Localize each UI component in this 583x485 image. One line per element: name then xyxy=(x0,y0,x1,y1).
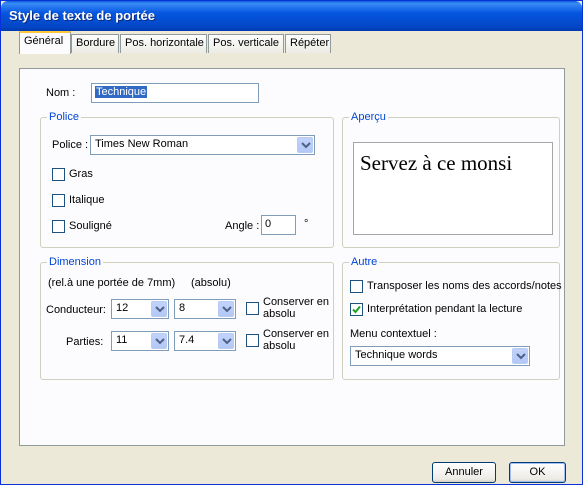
name-input[interactable]: Technique xyxy=(91,83,259,103)
chevron-down-icon[interactable] xyxy=(218,333,234,349)
conductor-absolute-value: 8 xyxy=(179,302,186,314)
tab-repeat[interactable]: Répéter xyxy=(285,34,331,53)
ok-button[interactable]: OK xyxy=(509,462,566,483)
tab-general-label: Général xyxy=(24,35,64,47)
parts-relative-select[interactable]: 11 xyxy=(111,331,169,351)
other-group-title: Autre xyxy=(349,256,380,268)
angle-input[interactable]: 0 xyxy=(261,215,296,235)
parts-keep-absolute-label-line1: Conserver en xyxy=(263,328,330,340)
conductor-keep-absolute-label-line1: Conserver en xyxy=(263,296,330,308)
preview-group: Aperçu Servez à ce monsi xyxy=(342,111,560,248)
ok-button-label: OK xyxy=(529,466,546,478)
parts-label: Parties: xyxy=(66,336,104,348)
playback-interpretation-label: Interprétation pendant la lecture xyxy=(367,303,523,315)
font-label: Police : xyxy=(52,139,89,151)
chevron-down-icon[interactable] xyxy=(151,333,167,349)
tab-page-general: Nom : Technique Police Police : Times Ne… xyxy=(19,68,565,446)
police-group: Police Police : Times New Roman Gras Ita… xyxy=(40,111,334,248)
cancel-button[interactable]: Annuler xyxy=(432,462,496,483)
parts-absolute-value: 7.4 xyxy=(179,334,195,346)
chevron-down-icon[interactable] xyxy=(151,301,167,317)
underline-label: Souligné xyxy=(69,220,112,232)
parts-absolute-select[interactable]: 7.4 xyxy=(174,331,236,351)
dialog-window: Style de texte de portée Général Bordure… xyxy=(0,0,583,485)
dimension-group: Dimension (rel.à une portée de 7mm) (abs… xyxy=(40,256,334,380)
preview-group-title: Aperçu xyxy=(349,111,388,123)
context-menu-label: Menu contextuel : xyxy=(350,328,437,340)
underline-checkbox[interactable] xyxy=(52,220,65,233)
angle-label: Angle : xyxy=(225,220,260,232)
checkmark-icon xyxy=(352,305,361,314)
playback-interpretation-checkbox[interactable] xyxy=(350,303,363,316)
font-select[interactable]: Times New Roman xyxy=(90,135,315,155)
chevron-down-icon[interactable] xyxy=(218,301,234,317)
conductor-relative-value: 12 xyxy=(116,302,129,314)
bold-label: Gras xyxy=(69,168,93,180)
transpose-checkbox[interactable] xyxy=(350,280,363,293)
title-bar[interactable]: Style de texte de portée xyxy=(1,1,582,31)
tab-general[interactable]: Général xyxy=(19,31,71,54)
cancel-button-label: Annuler xyxy=(445,466,483,478)
preview-text: Servez à ce monsi xyxy=(360,151,513,175)
dimension-group-title: Dimension xyxy=(47,256,103,268)
tab-border[interactable]: Bordure xyxy=(71,34,119,53)
parts-relative-value: 11 xyxy=(116,334,128,346)
italic-label: Italique xyxy=(69,194,105,206)
parts-keep-absolute-checkbox[interactable] xyxy=(246,334,259,347)
dialog-client-area: Général Bordure Pos. horizontale Pos. ve… xyxy=(5,31,578,483)
conductor-label: Conducteur: xyxy=(46,304,106,316)
tab-border-label: Bordure xyxy=(76,37,116,49)
police-group-title: Police xyxy=(47,111,81,123)
tab-horizontal-position-label: Pos. horizontale xyxy=(125,37,204,49)
tab-repeat-label: Répéter xyxy=(290,37,330,49)
preview-box: Servez à ce monsi xyxy=(353,142,553,235)
context-menu-value: Technique words xyxy=(355,349,438,361)
bold-checkbox[interactable] xyxy=(52,168,65,181)
name-label: Nom : xyxy=(46,87,76,99)
transpose-label: Transposer les noms des accords/notes xyxy=(367,280,562,292)
conductor-relative-select[interactable]: 12 xyxy=(111,299,169,319)
relative-note: (rel.à une portée de 7mm) xyxy=(48,277,176,289)
tab-vertical-position-label: Pos. verticale xyxy=(213,37,280,49)
conductor-keep-absolute-checkbox[interactable] xyxy=(246,302,259,315)
window-title: Style de texte de portée xyxy=(9,8,155,23)
tab-vertical-position[interactable]: Pos. verticale xyxy=(208,34,284,53)
conductor-absolute-select[interactable]: 8 xyxy=(174,299,236,319)
degree-unit: ° xyxy=(304,218,309,230)
absolute-note: (absolu) xyxy=(191,277,231,289)
context-menu-select[interactable]: Technique words xyxy=(350,346,530,366)
chevron-down-icon[interactable] xyxy=(297,137,313,153)
tab-horizontal-position[interactable]: Pos. horizontale xyxy=(120,34,207,53)
other-group: Autre Transposer les noms des accords/no… xyxy=(342,256,562,380)
conductor-keep-absolute-label-line2: absolu xyxy=(263,308,296,320)
font-select-value: Times New Roman xyxy=(95,138,189,150)
angle-input-value: 0 xyxy=(265,218,272,230)
name-input-value: Technique xyxy=(95,86,148,98)
chevron-down-icon[interactable] xyxy=(512,348,528,364)
italic-checkbox[interactable] xyxy=(52,194,65,207)
parts-keep-absolute-label-line2: absolu xyxy=(263,340,296,352)
